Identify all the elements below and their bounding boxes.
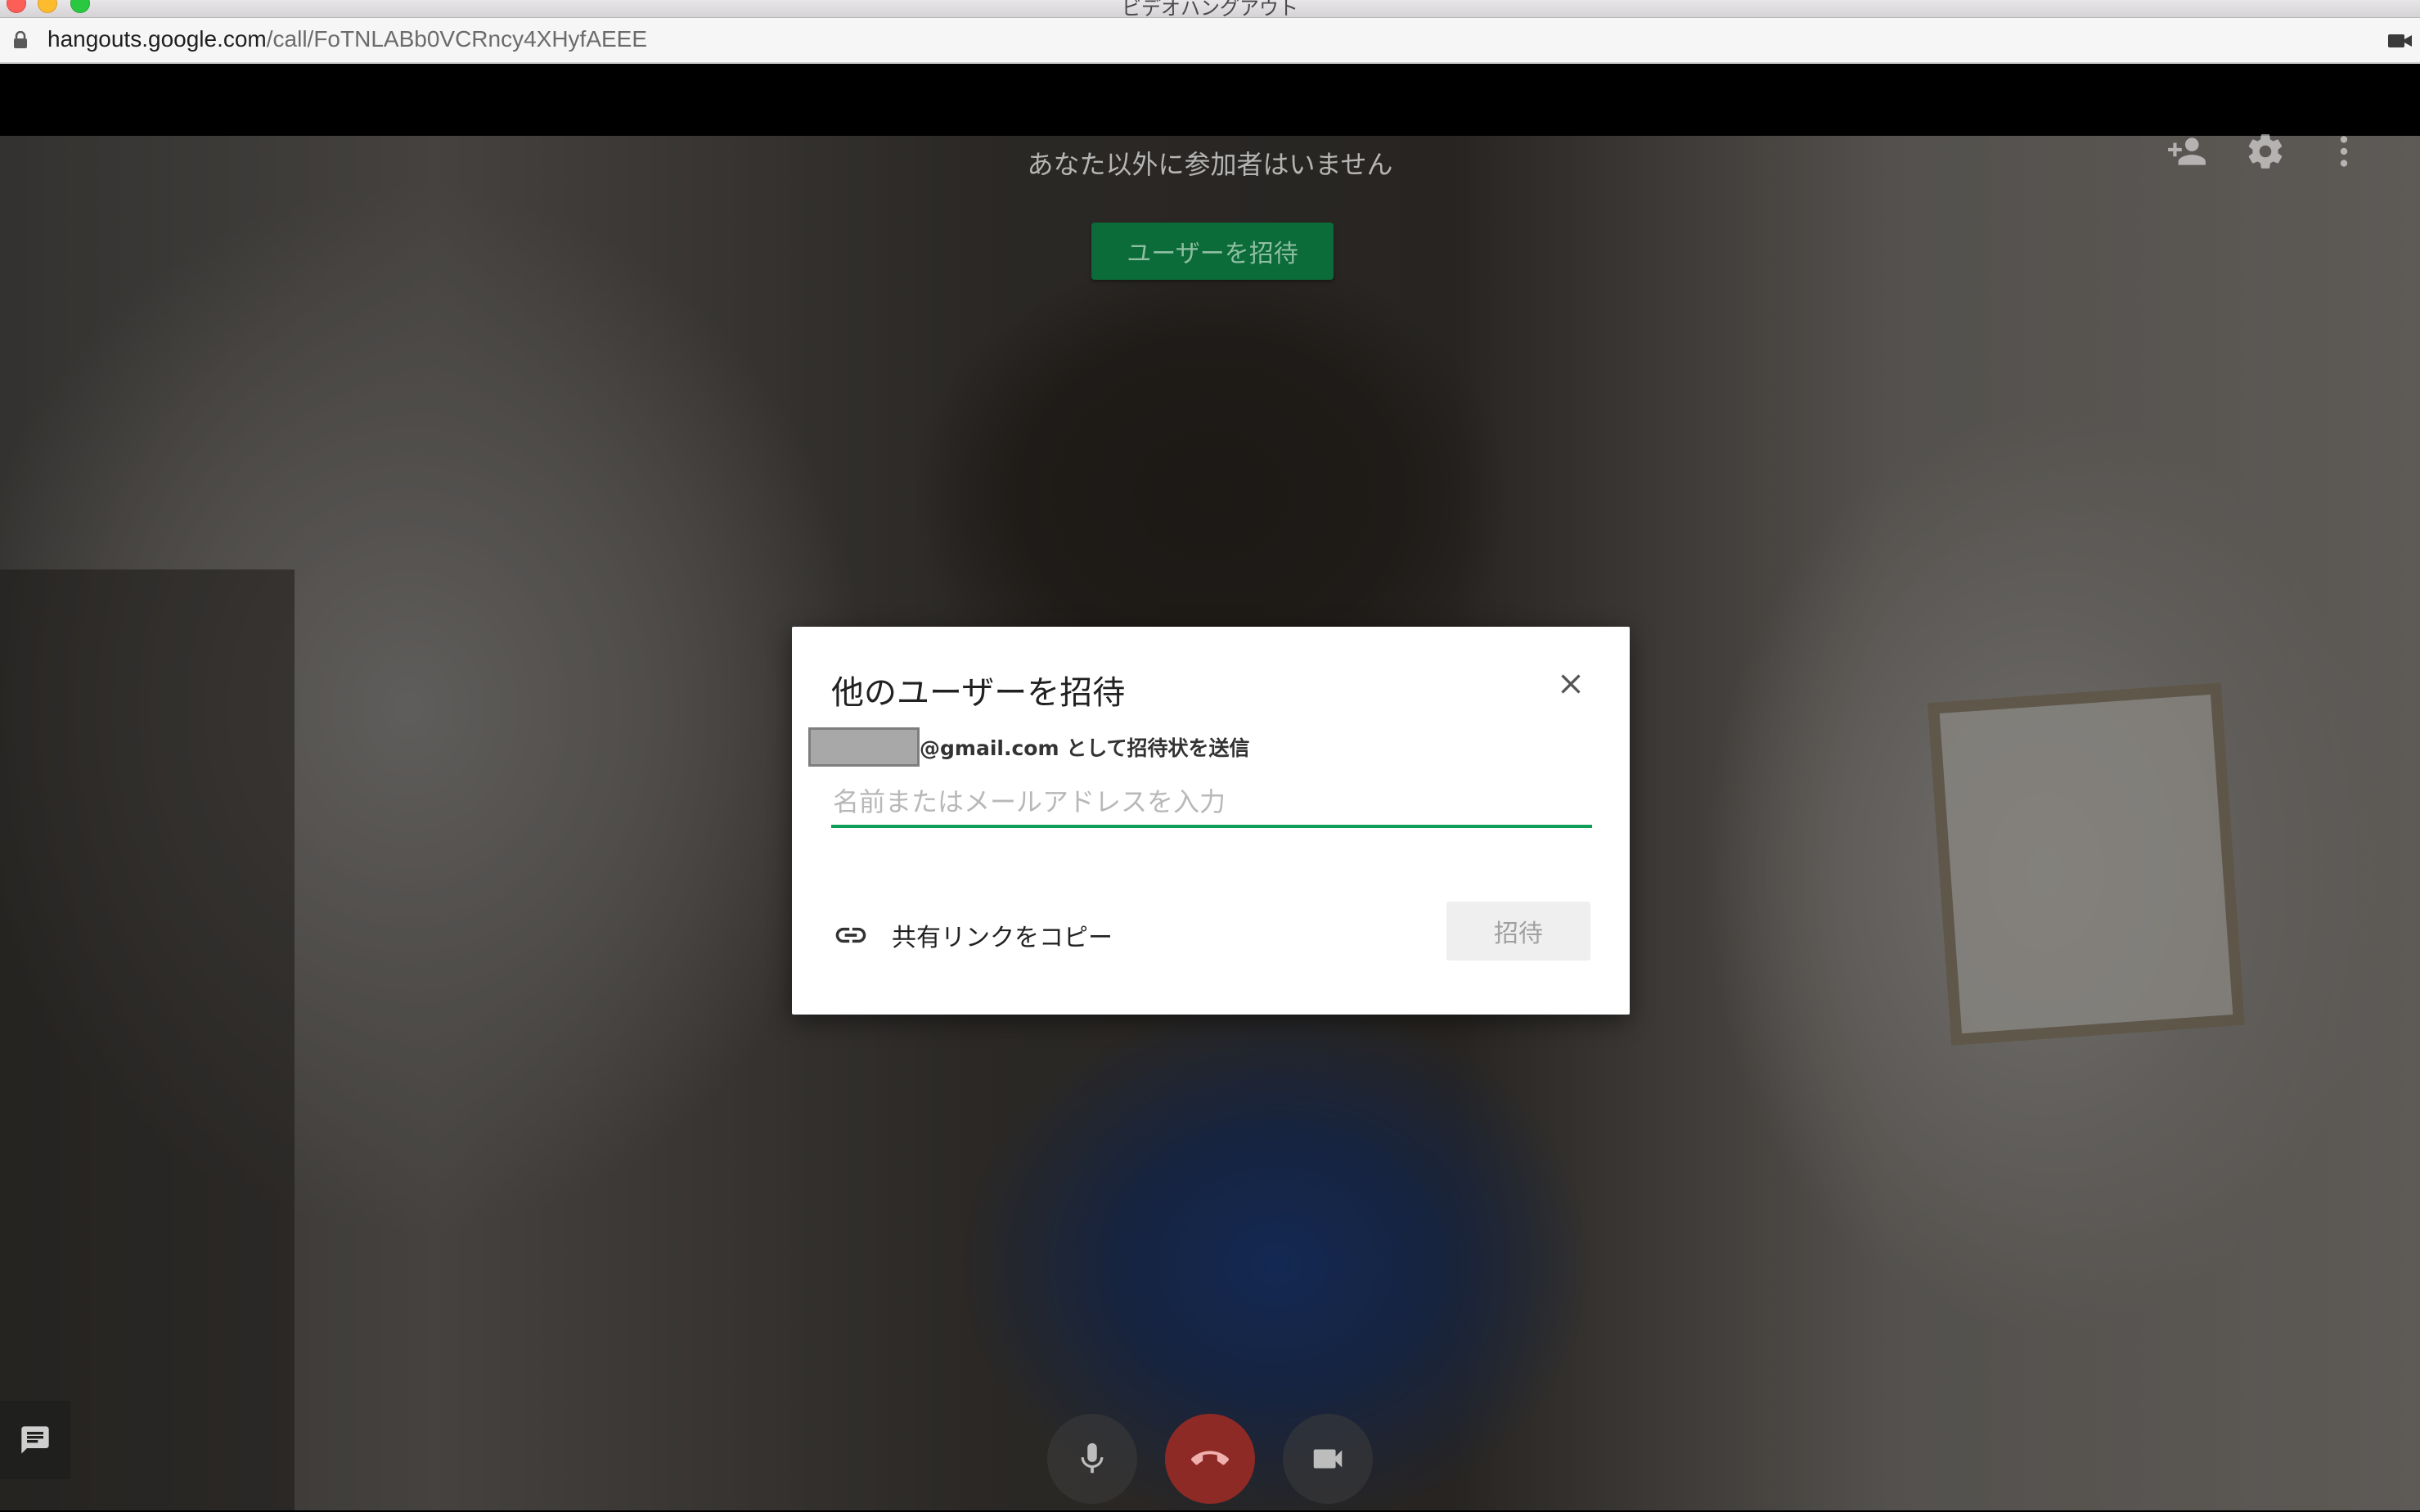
- mic-button[interactable]: [1047, 1414, 1137, 1504]
- invite-submit-button[interactable]: 招待: [1446, 902, 1590, 961]
- browser-window: ビデオハングアウト hangouts.google.com/call/FoTNL…: [0, 0, 2420, 1512]
- window-title: ビデオハングアウト: [1122, 0, 1298, 18]
- hangup-button[interactable]: [1165, 1414, 1255, 1504]
- hangup-phone-icon: [1191, 1451, 1229, 1465]
- address-bar[interactable]: hangouts.google.com/call/FoTNLABb0VCRncy…: [0, 18, 2420, 64]
- copy-share-link-button[interactable]: 共有リンクをコピー: [833, 915, 1113, 956]
- camera-indicator-icon[interactable]: [2387, 32, 2413, 50]
- url-path: /call/FoTNLABb0VCRncy4XHyfAEEE: [266, 26, 648, 52]
- dialog-title: 他のユーザーを招待: [831, 674, 1126, 712]
- microphone-icon: [1081, 1442, 1104, 1474]
- name-or-email-input[interactable]: [831, 779, 1592, 828]
- redacted-email-name: [808, 727, 920, 767]
- title-bar: ビデオハングアウト: [0, 0, 2420, 18]
- url-text[interactable]: hangouts.google.com/call/FoTNLABb0VCRncy…: [47, 26, 647, 52]
- video-top-band: [0, 65, 2420, 136]
- no-participants-message: あなた以外に参加者はいません: [1027, 149, 1393, 180]
- settings-gear-icon[interactable]: [2245, 131, 2286, 172]
- invite-dialog: 他のユーザーを招待 @gmail.com として招待状を送信 共有リンクをコピー…: [792, 627, 1630, 1015]
- sender-line: @gmail.com として招待状を送信: [808, 727, 1249, 767]
- link-icon: [835, 927, 866, 943]
- sender-text: @gmail.com として招待状を送信: [920, 736, 1250, 760]
- close-icon[interactable]: [1554, 668, 1587, 700]
- copy-share-link-label: 共有リンクをコピー: [892, 924, 1113, 952]
- url-host: hangouts.google.com: [47, 26, 267, 52]
- chat-icon: [21, 1426, 49, 1454]
- chat-button[interactable]: [0, 1401, 70, 1479]
- camera-button[interactable]: [1283, 1414, 1373, 1504]
- lock-icon: [13, 30, 28, 49]
- invite-users-button[interactable]: ユーザーを招待: [1091, 223, 1334, 280]
- video-camera-icon: [1313, 1449, 1343, 1469]
- add-person-icon[interactable]: [2166, 131, 2207, 172]
- more-vert-icon[interactable]: [2323, 131, 2364, 172]
